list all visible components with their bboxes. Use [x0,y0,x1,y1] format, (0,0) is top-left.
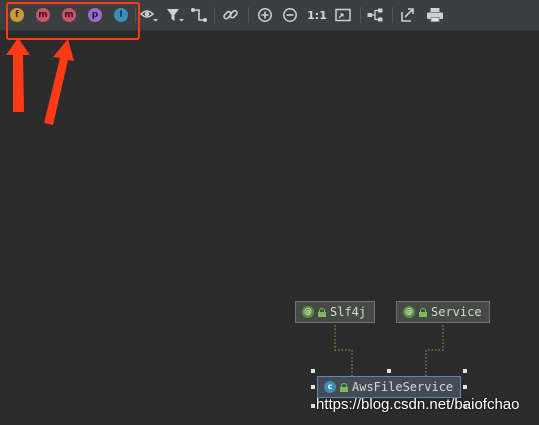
node-label: Slf4j [330,305,367,319]
annotation-icon: @ [302,306,314,318]
node-label: Service [431,305,482,319]
annotation-icon: @ [403,306,415,318]
public-lock-icon [419,307,427,317]
selection-handle[interactable] [311,404,315,408]
selection-handle[interactable] [463,369,467,373]
watermark: https://blog.csdn.net/baiofchao [316,396,520,413]
selection-handle[interactable] [387,369,391,373]
public-lock-icon [340,382,348,392]
diagram-edges [334,325,444,376]
node-service[interactable]: @ Service [396,301,490,323]
node-awsfileservice[interactable]: c AwsFileService [317,376,461,398]
diagram-window: f m m p I 1:1 @ Slf4j @ Service c AwsFil… [0,0,539,425]
edge-slf4j-to-awsfileservice [334,325,353,376]
selection-handle[interactable] [311,385,315,389]
class-icon: c [324,381,336,393]
public-lock-icon [318,307,326,317]
selection-handle[interactable] [311,369,315,373]
node-label: AwsFileService [352,380,454,394]
edge-service-to-awsfileservice [425,325,444,376]
selection-handle[interactable] [463,385,467,389]
node-slf4j[interactable]: @ Slf4j [295,301,375,323]
